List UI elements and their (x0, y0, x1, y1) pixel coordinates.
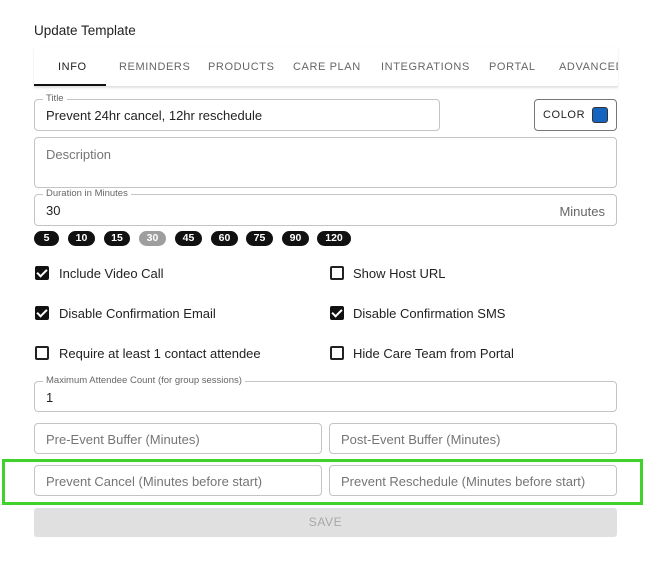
title-field[interactable]: Title Prevent 24hr cancel, 12hr reschedu… (34, 93, 440, 131)
pre-event-buffer-placeholder: Pre-Event Buffer (Minutes) (46, 432, 200, 447)
max-attendee-field[interactable]: Maximum Attendee Count (for group sessio… (34, 375, 617, 412)
disable-confirmation-email-checkbox[interactable] (35, 306, 49, 320)
max-attendee-value: 1 (46, 390, 54, 405)
require-contact-attendee-checkbox[interactable] (35, 346, 49, 360)
save-button[interactable]: SAVE (34, 508, 617, 537)
duration-chip-30[interactable]: 30 (139, 231, 166, 246)
duration-field-label: Duration in Minutes (43, 188, 131, 200)
pre-event-buffer-field[interactable]: Pre-Event Buffer (Minutes) (34, 423, 322, 454)
duration-suffix: Minutes (559, 204, 605, 219)
tab-portal[interactable]: PORTAL (489, 48, 536, 86)
disable-confirmation-email-label: Disable Confirmation Email (59, 306, 216, 321)
duration-chip-60[interactable]: 60 (211, 231, 238, 246)
disable-confirmation-sms-label: Disable Confirmation SMS (353, 306, 506, 321)
duration-chip-45[interactable]: 45 (175, 231, 202, 246)
hide-care-team-label: Hide Care Team from Portal (353, 346, 514, 361)
page-title: Update Template (34, 23, 136, 38)
duration-chip-5[interactable]: 5 (34, 231, 59, 246)
duration-chip-10[interactable]: 10 (68, 231, 95, 246)
include-video-call-checkbox[interactable] (35, 266, 49, 280)
max-attendee-label: Maximum Attendee Count (for group sessio… (43, 375, 245, 387)
duration-chip-75[interactable]: 75 (246, 231, 273, 246)
color-button-label: COLOR (543, 109, 586, 121)
disable-confirmation-sms-checkbox[interactable] (330, 306, 344, 320)
tab-info[interactable]: INFO (58, 48, 87, 86)
include-video-call-label: Include Video Call (59, 266, 164, 281)
tab-integrations[interactable]: INTEGRATIONS (381, 48, 470, 86)
post-event-buffer-placeholder: Post-Event Buffer (Minutes) (341, 432, 501, 447)
hide-care-team-checkbox[interactable] (330, 346, 344, 360)
tab-care-plan[interactable]: CARE PLAN (293, 48, 361, 86)
description-placeholder: Description (46, 147, 112, 162)
duration-field[interactable]: Duration in Minutes 30 Minutes (34, 188, 617, 226)
title-field-label: Title (43, 93, 67, 105)
title-field-value: Prevent 24hr cancel, 12hr reschedule (46, 108, 263, 123)
require-contact-attendee-label: Require at least 1 contact attendee (59, 346, 261, 361)
duration-chip-15[interactable]: 15 (104, 231, 130, 246)
duration-chip-120[interactable]: 120 (317, 231, 351, 246)
color-swatch (592, 107, 608, 123)
duration-field-value: 30 (46, 203, 61, 218)
show-host-url-checkbox[interactable] (330, 266, 344, 280)
duration-chip-90[interactable]: 90 (282, 231, 309, 246)
tab-bar: INFO REMINDERS PRODUCTS CARE PLAN INTEGR… (34, 48, 618, 87)
active-tab-indicator (34, 84, 106, 86)
description-field[interactable]: Description (34, 137, 617, 188)
tab-reminders[interactable]: REMINDERS (119, 48, 190, 86)
tab-products[interactable]: PRODUCTS (208, 48, 275, 86)
highlight-box (2, 459, 643, 505)
tab-advanced[interactable]: ADVANCED (559, 48, 618, 86)
post-event-buffer-field[interactable]: Post-Event Buffer (Minutes) (329, 423, 617, 454)
show-host-url-label: Show Host URL (353, 266, 446, 281)
color-button[interactable]: COLOR (534, 99, 617, 131)
